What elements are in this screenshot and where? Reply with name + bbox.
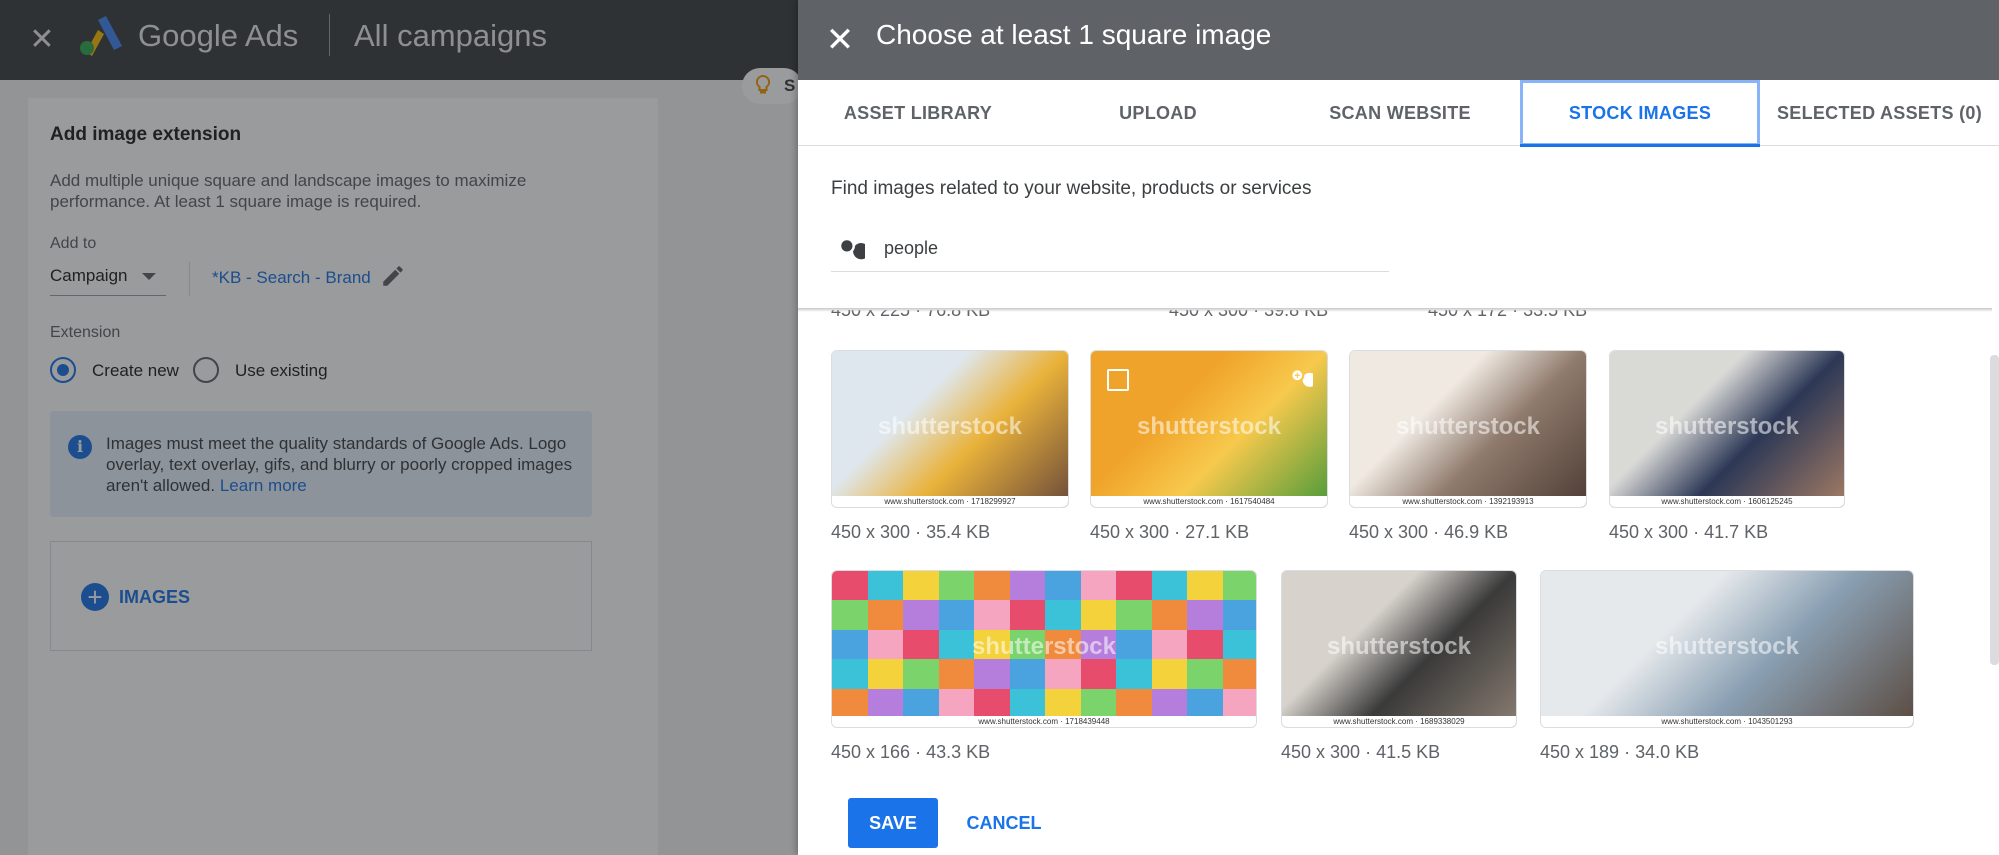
tab-upload[interactable]: UPLOAD xyxy=(1038,80,1278,146)
modal-overlay[interactable] xyxy=(0,0,800,855)
close-icon[interactable]: ✕ xyxy=(820,20,860,60)
image-meta: 450 x 166 · 43.3 KB xyxy=(831,742,991,762)
stock-image-thumbnail[interactable]: shutterstock www.shutterstock.com · 1718… xyxy=(831,350,1069,508)
image-caption: www.shutterstock.com · 1606125245 xyxy=(1610,496,1844,507)
stock-image-thumbnail[interactable]: shutterstock www.shutterstock.com · 1606… xyxy=(1609,350,1845,508)
image-meta: 450 x 300 · 27.1 KB xyxy=(1090,522,1250,542)
image-meta: 450 x 300 · 41.7 KB xyxy=(1609,522,1769,542)
stock-image-results: 450 x 225 · 76.8 KB 450 x 300 · 39.8 KB … xyxy=(798,310,1999,780)
cancel-button[interactable]: CANCEL xyxy=(956,798,1052,848)
tab-bar: ASSET LIBRARY UPLOAD SCAN WEBSITE STOCK … xyxy=(798,80,1999,147)
stock-image-thumbnail[interactable]: shutterstock www.shutterstock.com · 1718… xyxy=(831,570,1257,728)
image-meta: 450 x 300 · 46.9 KB xyxy=(1349,522,1509,542)
watermark: shutterstock xyxy=(1136,413,1282,441)
stock-image-thumbnail[interactable]: shutterstock www.shutterstock.com · 1689… xyxy=(1281,570,1517,728)
image-caption: www.shutterstock.com · 1718299927 xyxy=(832,496,1068,507)
watermark: shutterstock xyxy=(1654,633,1800,661)
image-caption: www.shutterstock.com · 1043501293 xyxy=(1541,716,1913,727)
tab-stock-images[interactable]: STOCK IMAGES xyxy=(1520,80,1760,147)
save-button[interactable]: SAVE xyxy=(848,798,938,848)
tab-selected-assets[interactable]: SELECTED ASSETS (0) xyxy=(1760,80,1999,146)
image-meta: 450 x 300 · 35.4 KB xyxy=(831,522,991,542)
search-field xyxy=(831,226,1389,272)
watermark: shutterstock xyxy=(877,413,1023,441)
scroll-shadow xyxy=(798,308,1992,312)
image-caption: www.shutterstock.com · 1392193913 xyxy=(1350,496,1586,507)
search-hint: Find images related to your website, pro… xyxy=(831,178,1312,199)
watermark: shutterstock xyxy=(1326,633,1472,661)
image-meta: 450 x 300 · 41.5 KB xyxy=(1281,742,1441,762)
dialog-header: ✕ Choose at least 1 square image xyxy=(798,0,1999,80)
watermark: shutterstock xyxy=(971,633,1117,661)
tab-asset-library[interactable]: ASSET LIBRARY xyxy=(798,80,1038,146)
stock-image-thumbnail-hovered[interactable]: shutterstock www.shutterstock.com · 1617… xyxy=(1090,350,1328,508)
image-meta: 450 x 189 · 34.0 KB xyxy=(1540,742,1700,762)
zoom-in-icon[interactable] xyxy=(1287,365,1313,391)
tab-scan-website[interactable]: SCAN WEBSITE xyxy=(1280,80,1520,146)
search-input[interactable] xyxy=(884,232,1374,264)
stock-image-thumbnail[interactable]: shutterstock www.shutterstock.com · 1392… xyxy=(1349,350,1587,508)
dialog-footer: SAVE CANCEL xyxy=(798,780,1999,855)
watermark: shutterstock xyxy=(1395,413,1541,441)
image-picker-dialog: ✕ Choose at least 1 square image ASSET L… xyxy=(798,0,1999,855)
search-icon xyxy=(841,240,865,260)
dialog-title: Choose at least 1 square image xyxy=(876,19,1272,50)
image-caption: www.shutterstock.com · 1718439448 xyxy=(832,716,1256,727)
select-checkbox[interactable] xyxy=(1107,369,1129,391)
image-caption: www.shutterstock.com · 1689338029 xyxy=(1282,716,1516,727)
stock-image-thumbnail[interactable]: shutterstock www.shutterstock.com · 1043… xyxy=(1540,570,1914,728)
image-caption: www.shutterstock.com · 1617540484 xyxy=(1091,496,1327,507)
watermark: shutterstock xyxy=(1654,413,1800,441)
search-area: Find images related to your website, pro… xyxy=(798,146,1999,310)
results-scrollbar[interactable] xyxy=(1990,355,1999,665)
